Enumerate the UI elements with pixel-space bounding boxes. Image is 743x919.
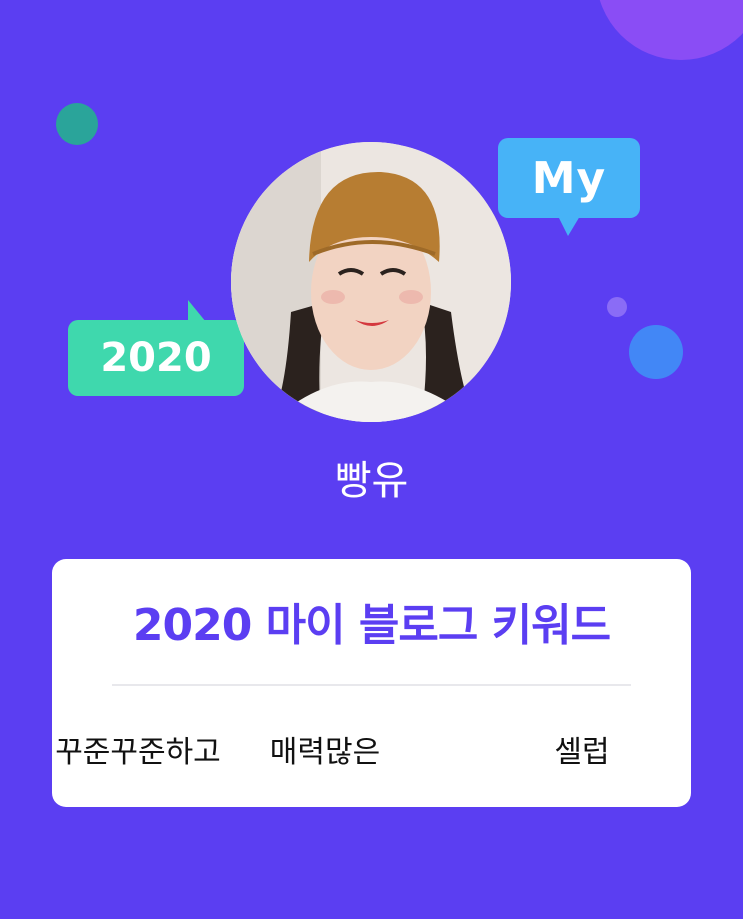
decorative-circle-teal [56, 103, 98, 145]
keyword-card: 2020 마이 블로그 키워드 꾸준꾸준하고 매력많은 셀럽 [52, 559, 691, 807]
my-speech-bubble: My [498, 138, 640, 236]
keyword-2: 매력많은 [269, 735, 381, 770]
decorative-circle-corner [596, 0, 743, 60]
card-divider [112, 684, 631, 686]
profile-photo-icon [231, 142, 511, 422]
decorative-circle-small [607, 297, 627, 317]
profile-name: 빵유 [334, 458, 409, 504]
my-bubble-label: My [531, 152, 607, 204]
year-speech-bubble: 2020 [68, 300, 244, 396]
decorative-circle-blue [629, 325, 683, 379]
avatar [231, 142, 511, 422]
year-bubble-label: 2020 [100, 335, 212, 381]
keyword-3: 셀럽 [554, 735, 610, 770]
keyword-1: 꾸준꾸준하고 [55, 735, 221, 770]
card-title: 2020 마이 블로그 키워드 [132, 600, 611, 651]
